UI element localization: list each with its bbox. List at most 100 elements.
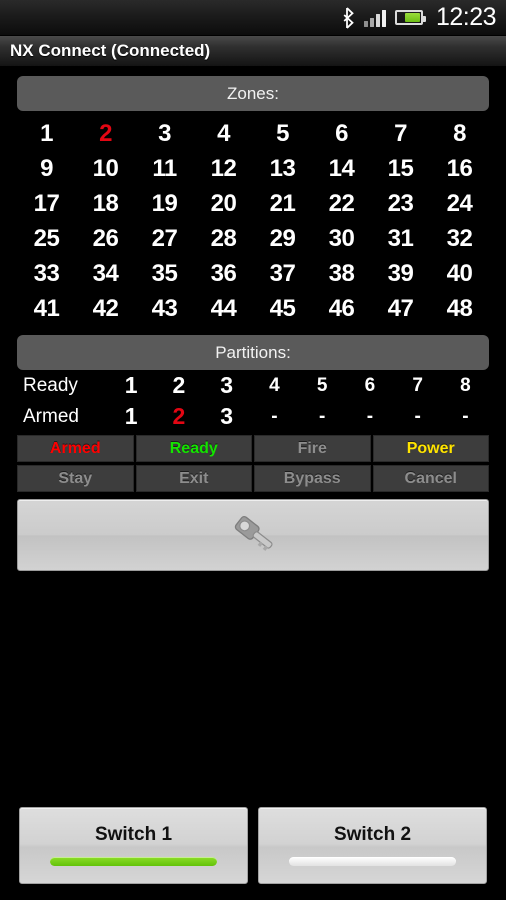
- main-content: Zones: 1 2 3 4 5 6 7 8 9 10 11 12 13 14 15 16 17 18 19 20 21…: [0, 76, 506, 571]
- status-button-power[interactable]: Power: [372, 435, 489, 462]
- status-button-stay[interactable]: Stay: [17, 465, 134, 492]
- zone-cell[interactable]: 16: [430, 151, 489, 186]
- zone-cell[interactable]: 3: [135, 116, 194, 151]
- zone-cell[interactable]: 44: [194, 291, 253, 326]
- battery-icon: [394, 10, 426, 25]
- zone-cell[interactable]: 46: [312, 291, 371, 326]
- zone-cell[interactable]: 30: [312, 221, 371, 256]
- key-button[interactable]: [17, 499, 489, 571]
- partition-ready-cell[interactable]: 1: [107, 372, 155, 399]
- app-title-bar: NX Connect (Connected): [0, 36, 506, 67]
- zone-cell[interactable]: 37: [253, 256, 312, 291]
- partition-ready-cell[interactable]: 7: [394, 375, 442, 397]
- partition-armed-cell[interactable]: 2: [155, 403, 203, 430]
- zone-cell[interactable]: 5: [253, 116, 312, 151]
- zone-cell[interactable]: 39: [371, 256, 430, 291]
- partition-ready-cell[interactable]: 4: [250, 375, 298, 397]
- zones-header-label: Zones:: [227, 83, 279, 103]
- zone-cell[interactable]: 2: [76, 116, 135, 151]
- status-button-fire[interactable]: Fire: [254, 435, 371, 462]
- partition-ready-cell[interactable]: 3: [203, 372, 251, 399]
- zone-cell[interactable]: 11: [135, 151, 194, 186]
- zone-cell[interactable]: 33: [17, 256, 76, 291]
- zone-cell[interactable]: 15: [371, 151, 430, 186]
- zone-cell[interactable]: 35: [135, 256, 194, 291]
- clock: 12:23: [435, 3, 497, 31]
- status-button-bypass[interactable]: Bypass: [254, 465, 371, 492]
- zone-cell[interactable]: 10: [76, 151, 135, 186]
- zone-cell[interactable]: 27: [135, 221, 194, 256]
- partitions-armed-label: Armed: [23, 405, 79, 427]
- zone-cell[interactable]: 18: [76, 186, 135, 221]
- status-button-armed[interactable]: Armed: [17, 435, 134, 462]
- zone-cell[interactable]: 6: [312, 116, 371, 151]
- zone-cell[interactable]: 34: [76, 256, 135, 291]
- zone-cell[interactable]: 4: [194, 116, 253, 151]
- zone-cell[interactable]: 17: [17, 186, 76, 221]
- partitions-ready-row: Ready 12345678: [17, 370, 489, 401]
- partitions-header: Partitions:: [17, 335, 489, 370]
- key-icon: [234, 515, 273, 551]
- zone-cell[interactable]: 24: [430, 186, 489, 221]
- zone-cell[interactable]: 42: [76, 291, 135, 326]
- zone-cell[interactable]: 7: [371, 116, 430, 151]
- zone-cell[interactable]: 14: [312, 151, 371, 186]
- switch-label: Switch 1: [94, 824, 173, 845]
- partition-armed-cell[interactable]: -: [346, 406, 394, 428]
- zone-cell[interactable]: 48: [430, 291, 489, 326]
- zone-cell[interactable]: 40: [430, 256, 489, 291]
- status-indicator-row-2: Stay Exit Bypass Cancel: [17, 465, 489, 492]
- partition-armed-cell[interactable]: -: [250, 406, 298, 428]
- zone-cell[interactable]: 8: [430, 116, 489, 151]
- switch-state-indicator: [289, 857, 456, 866]
- zone-cell[interactable]: 32: [430, 221, 489, 256]
- zone-cell[interactable]: 13: [253, 151, 312, 186]
- partition-ready-cell[interactable]: 6: [346, 375, 394, 397]
- partition-ready-cell[interactable]: 2: [155, 372, 203, 399]
- zone-cell[interactable]: 36: [194, 256, 253, 291]
- app-title: NX Connect (Connected): [10, 41, 211, 60]
- partitions-header-label: Partitions:: [215, 342, 291, 362]
- zones-header: Zones:: [17, 76, 489, 111]
- zone-cell[interactable]: 1: [17, 116, 76, 151]
- switch-button-1[interactable]: Switch 1: [19, 807, 248, 884]
- partition-armed-cell[interactable]: -: [394, 406, 442, 428]
- partition-armed-cell[interactable]: -: [441, 406, 489, 428]
- zone-cell[interactable]: 21: [253, 186, 312, 221]
- zone-cell[interactable]: 20: [194, 186, 253, 221]
- partition-ready-cell[interactable]: 5: [298, 375, 346, 397]
- zone-cell[interactable]: 29: [253, 221, 312, 256]
- partitions-ready-label: Ready: [23, 374, 78, 396]
- status-bar-icons: 12:23: [341, 3, 497, 31]
- zone-cell[interactable]: 45: [253, 291, 312, 326]
- zone-cell[interactable]: 38: [312, 256, 371, 291]
- zone-cell[interactable]: 28: [194, 221, 253, 256]
- partitions-armed-row: Armed 123-----: [17, 401, 489, 432]
- bluetooth-icon: [343, 6, 354, 29]
- zone-cell[interactable]: 9: [17, 151, 76, 186]
- partition-armed-cell[interactable]: -: [298, 406, 346, 428]
- status-button-ready[interactable]: Ready: [135, 435, 252, 462]
- zone-cell[interactable]: 12: [194, 151, 253, 186]
- zone-cell[interactable]: 31: [371, 221, 430, 256]
- status-button-cancel[interactable]: Cancel: [372, 465, 489, 492]
- zone-cell[interactable]: 26: [76, 221, 135, 256]
- switch-label: Switch 2: [333, 824, 412, 845]
- zone-cell[interactable]: 25: [17, 221, 76, 256]
- zone-cell[interactable]: 23: [371, 186, 430, 221]
- status-indicator-row-1: Armed Ready Fire Power: [17, 435, 489, 462]
- zones-grid: 1 2 3 4 5 6 7 8 9 10 11 12 13 14 15 16 17 18 19 20 21 22 23 24 2…: [17, 116, 489, 326]
- partition-armed-cell[interactable]: 3: [203, 403, 251, 430]
- zone-cell[interactable]: 41: [17, 291, 76, 326]
- zone-cell[interactable]: 19: [135, 186, 194, 221]
- partition-ready-cell[interactable]: 8: [441, 375, 489, 397]
- partition-armed-cell[interactable]: 1: [107, 403, 155, 430]
- zone-cell[interactable]: 22: [312, 186, 371, 221]
- zone-cell[interactable]: 47: [371, 291, 430, 326]
- status-button-exit[interactable]: Exit: [135, 465, 252, 492]
- switch-state-indicator: [50, 857, 217, 866]
- signal-bars-icon: [363, 9, 386, 27]
- zone-cell[interactable]: 43: [135, 291, 194, 326]
- system-status-bar: 12:23: [0, 0, 506, 36]
- switch-button-2[interactable]: Switch 2: [258, 807, 487, 884]
